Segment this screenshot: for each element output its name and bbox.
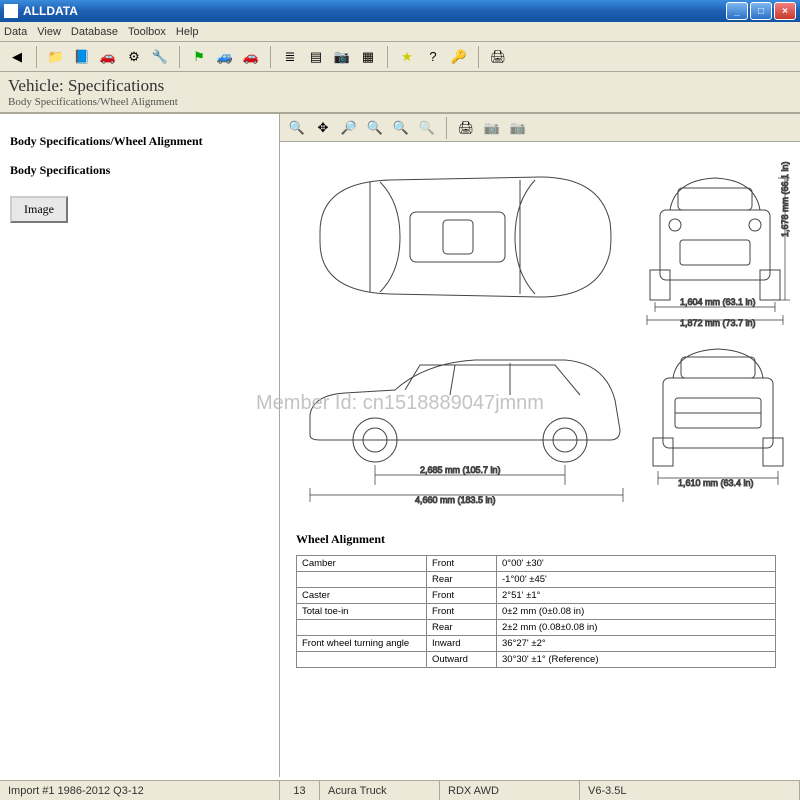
folder-icon: 📁 xyxy=(48,49,64,65)
car2-icon: 🚙 xyxy=(217,49,233,65)
menu-help[interactable]: Help xyxy=(176,26,199,38)
flag-icon: ⚑ xyxy=(193,49,205,65)
zoom-reset-button[interactable]: 🔍 xyxy=(416,117,438,139)
minimize-button[interactable]: _ xyxy=(726,2,748,20)
menu-view[interactable]: View xyxy=(37,26,61,38)
toolbar-btn-1[interactable]: 📁 xyxy=(45,46,67,68)
window-titlebar: ALLDATA _ □ × xyxy=(0,0,800,22)
image-button[interactable]: Image xyxy=(10,196,68,223)
zoom-button-5[interactable]: 🔍 xyxy=(390,117,412,139)
move-icon: ✥ xyxy=(318,120,329,136)
main-split: Body Specifications/Wheel Alignment Body… xyxy=(0,113,800,777)
status-id: 13 xyxy=(280,781,320,800)
status-make: Acura Truck xyxy=(320,781,440,800)
main-toolbar: ◀ 📁 📘 🚗 ⚙ 🔧 ⚑ 🚙 🚗 ≣ ▤ 📷 ▦ ★ ? 🔑 🖨 xyxy=(0,42,800,72)
wrench-icon: 🔧 xyxy=(152,49,168,65)
camera-button[interactable]: 📷 xyxy=(481,117,503,139)
key-icon: 🔑 xyxy=(451,49,467,65)
printer-icon: 🖨 xyxy=(458,120,475,136)
camera-icon: 📷 xyxy=(334,49,350,65)
toolbar-btn-2[interactable]: 📘 xyxy=(71,46,93,68)
dim-width: 1,872 mm (73.7 in) xyxy=(680,318,756,328)
zoom-out-button[interactable]: 🔎 xyxy=(338,117,360,139)
table-row: CasterFront2°51' ±1° xyxy=(297,588,776,604)
car-side-rear-svg: 2,685 mm (105.7 in) 4,660 mm (183.5 in) xyxy=(290,335,790,525)
menu-data[interactable]: Data xyxy=(4,26,27,38)
toolbar-print[interactable]: 🖨 xyxy=(487,46,509,68)
search-icon: 🔍 xyxy=(419,120,435,136)
nav-subheading: Body Specifications xyxy=(10,163,269,178)
toolbar-btn-6[interactable]: ⚑ xyxy=(188,46,210,68)
doc-icon: ▤ xyxy=(310,49,322,65)
status-dataset: Import #1 1986-2012 Q3-12 xyxy=(0,781,280,800)
close-button[interactable]: × xyxy=(774,2,796,20)
car-icon: 🚗 xyxy=(100,49,116,65)
book-icon: 📘 xyxy=(74,49,90,65)
toolbar-btn-3[interactable]: 🚗 xyxy=(97,46,119,68)
dim-front-track: 1,604 mm (63.1 in) xyxy=(680,297,756,307)
back-button[interactable]: ◀ xyxy=(6,46,28,68)
vehicle-diagram: 1,678 mm (66.1 in) 1,604 mm (63.1 in) 1,… xyxy=(280,142,800,777)
toolbar-btn-14[interactable]: ? xyxy=(422,46,444,68)
toolbar-btn-13[interactable]: ★ xyxy=(396,46,418,68)
zoom-in-button[interactable]: 🔍 xyxy=(286,117,308,139)
toolbar-btn-15[interactable]: 🔑 xyxy=(448,46,470,68)
zoom-out-icon: 🔎 xyxy=(341,120,357,136)
app-icon xyxy=(4,4,18,18)
toolbar-btn-8[interactable]: 🚗 xyxy=(240,46,262,68)
list-icon: ≣ xyxy=(285,49,296,65)
zoom-in-icon: 🔍 xyxy=(289,120,305,136)
toolbar-btn-11[interactable]: 📷 xyxy=(331,46,353,68)
wheel-alignment-table: CamberFront0°00' ±30'Rear-1°00' ±45'Cast… xyxy=(296,555,776,668)
print-image-button[interactable]: 🖨 xyxy=(455,117,477,139)
page-title: Vehicle: Specifications xyxy=(8,76,792,96)
camera2-icon: 📷 xyxy=(484,120,500,136)
menu-database[interactable]: Database xyxy=(71,26,118,38)
car3-icon: 🚗 xyxy=(243,49,259,65)
menu-toolbox[interactable]: Toolbox xyxy=(128,26,166,38)
toolbar-btn-4[interactable]: ⚙ xyxy=(123,46,145,68)
status-model: RDX AWD xyxy=(440,781,580,800)
pan-button[interactable]: ✥ xyxy=(312,117,334,139)
nav-heading: Body Specifications/Wheel Alignment xyxy=(10,134,269,149)
breadcrumb: Body Specifications/Wheel Alignment xyxy=(8,96,792,108)
content-pane: 🔍 ✥ 🔎 🔍 🔍 🔍 🖨 📷 📷 xyxy=(280,114,800,777)
image-toolbar: 🔍 ✥ 🔎 🔍 🔍 🔍 🖨 📷 📷 xyxy=(280,114,800,142)
grid-icon: ▦ xyxy=(362,49,374,65)
status-engine: V6-3.5L xyxy=(580,781,800,800)
camera3-icon: 📷 xyxy=(510,120,526,136)
magnify-icon: 🔍 xyxy=(367,120,383,136)
dim-height: 1,678 mm (66.1 in) xyxy=(780,161,790,237)
toolbar-btn-5[interactable]: 🔧 xyxy=(149,46,171,68)
table-row: Rear2±2 mm (0.08±0.08 in) xyxy=(297,620,776,636)
gear-icon: ⚙ xyxy=(128,49,140,65)
maximize-button[interactable]: □ xyxy=(750,2,772,20)
toolbar-btn-10[interactable]: ▤ xyxy=(305,46,327,68)
table-row: CamberFront0°00' ±30' xyxy=(297,556,776,572)
dim-wheelbase: 2,685 mm (105.7 in) xyxy=(420,465,501,475)
toolbar-btn-9[interactable]: ≣ xyxy=(279,46,301,68)
print-icon: 🖨 xyxy=(490,49,507,65)
magnify2-icon: 🔍 xyxy=(393,120,409,136)
dim-rear-track: 1,610 mm (63.4 in) xyxy=(678,478,754,488)
nav-pane: Body Specifications/Wheel Alignment Body… xyxy=(0,114,280,777)
camera-button-2[interactable]: 📷 xyxy=(507,117,529,139)
zoom-button-4[interactable]: 🔍 xyxy=(364,117,386,139)
page-header: Vehicle: Specifications Body Specificati… xyxy=(0,72,800,113)
dim-length: 4,660 mm (183.5 in) xyxy=(415,495,496,505)
table-row: Front wheel turning angleInward36°27' ±2… xyxy=(297,636,776,652)
window-title: ALLDATA xyxy=(23,4,726,18)
status-bar: Import #1 1986-2012 Q3-12 13 Acura Truck… xyxy=(0,780,800,800)
table-row: Rear-1°00' ±45' xyxy=(297,572,776,588)
arrow-left-icon: ◀ xyxy=(12,49,22,65)
spec-section-title: Wheel Alignment xyxy=(290,528,790,549)
menu-bar: Data View Database Toolbox Help xyxy=(0,22,800,42)
table-row: Total toe-inFront0±2 mm (0±0.08 in) xyxy=(297,604,776,620)
car-top-front-svg: 1,678 mm (66.1 in) 1,604 mm (63.1 in) 1,… xyxy=(290,152,790,332)
toolbar-btn-12[interactable]: ▦ xyxy=(357,46,379,68)
star-icon: ★ xyxy=(401,49,413,65)
toolbar-btn-7[interactable]: 🚙 xyxy=(214,46,236,68)
help-icon: ? xyxy=(429,49,436,64)
table-row: Outward30°30' ±1° (Reference) xyxy=(297,652,776,668)
